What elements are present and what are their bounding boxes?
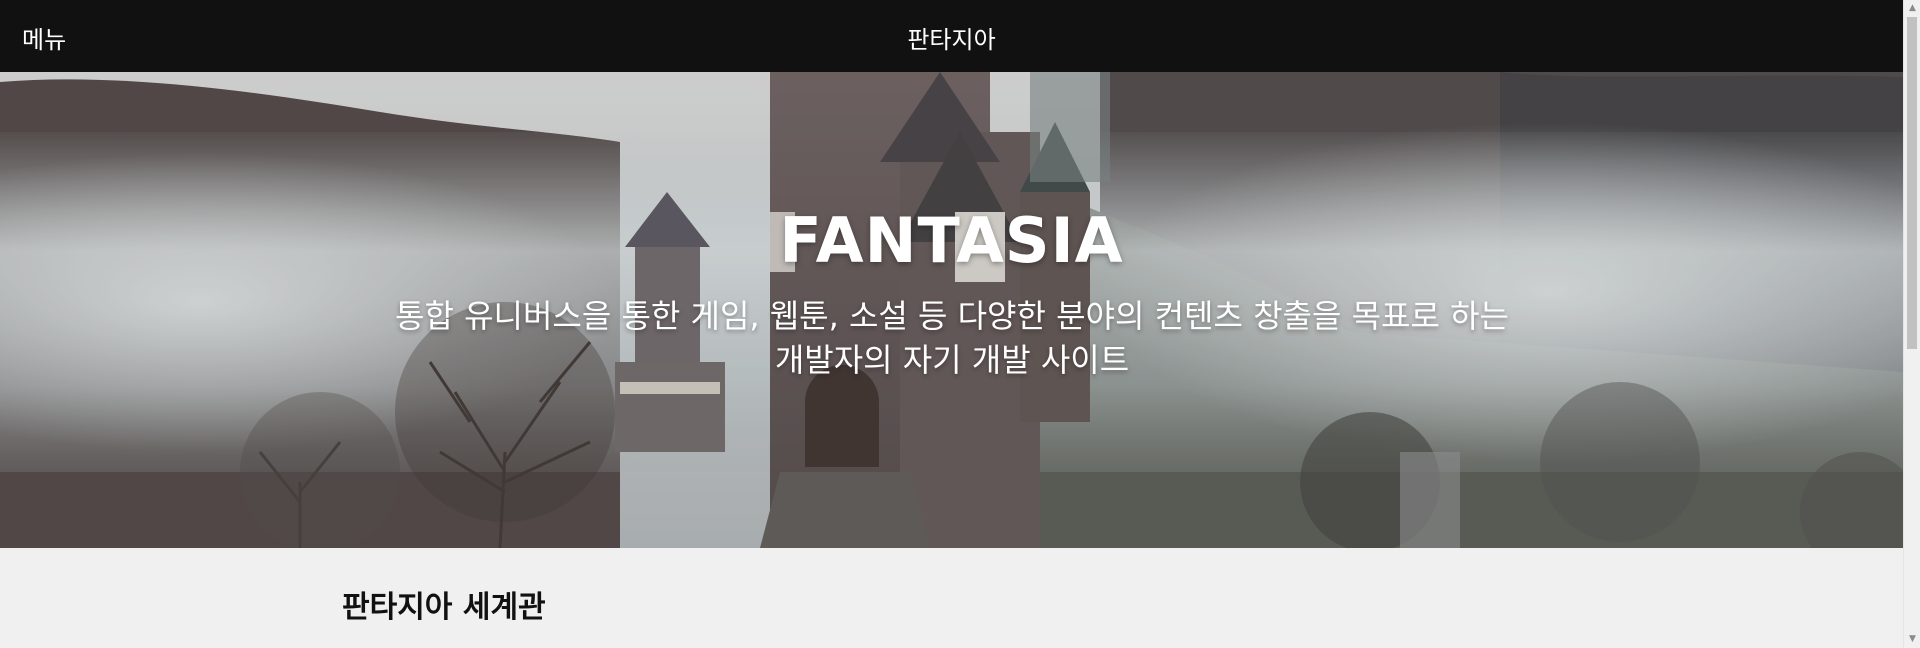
page: 메뉴 판타지아 FANTASIA 통합 유니버스을 통한 게임, 웹툰, 소설 … <box>0 0 1903 648</box>
hero-banner: FANTASIA 통합 유니버스을 통한 게임, 웹툰, 소설 등 다양한 분야… <box>0 72 1903 548</box>
site-title[interactable]: 판타지아 <box>0 20 1903 55</box>
section-heading: 판타지아 세계관 <box>342 590 546 625</box>
scroll-up-arrow-icon[interactable]: ▲ <box>1904 0 1920 17</box>
vertical-scrollbar[interactable]: ▲ ▼ <box>1903 0 1920 648</box>
scrollbar-thumb[interactable] <box>1907 17 1917 349</box>
scroll-down-arrow-icon[interactable]: ▼ <box>1904 631 1920 648</box>
hero-subtitle: 통합 유니버스을 통한 게임, 웹툰, 소설 등 다양한 분야의 컨텐츠 창출을… <box>395 297 1509 379</box>
hero-title: FANTASIA <box>779 204 1124 277</box>
top-navigation-bar: 메뉴 판타지아 <box>0 0 1903 72</box>
